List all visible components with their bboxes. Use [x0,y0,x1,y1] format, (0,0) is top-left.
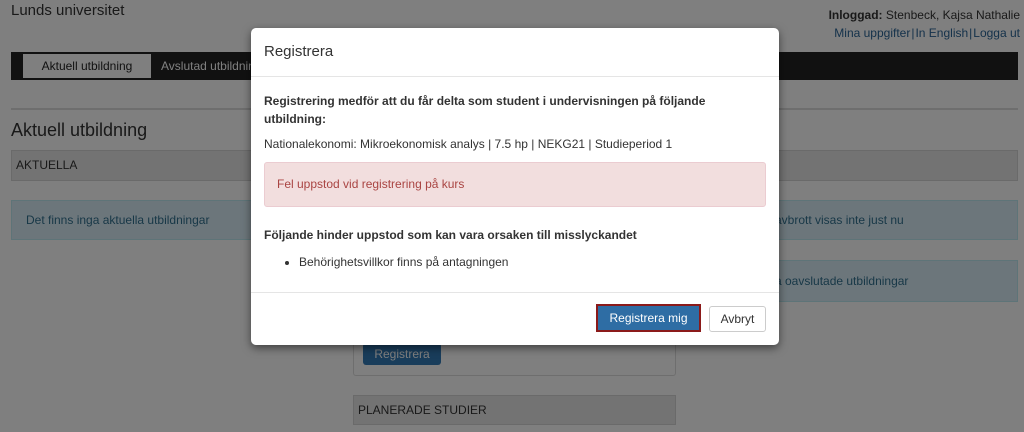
cancel-button[interactable]: Avbryt [709,306,766,332]
register-confirm-button[interactable]: Registrera mig [596,304,701,332]
error-alert: Fel uppstod vid registrering på kurs [264,162,766,207]
register-modal: Registrera Registrering medför att du få… [251,28,779,345]
hinder-list: Behörighetsvillkor finns på antagningen [284,255,508,269]
modal-title: Registrera [264,43,334,60]
course-info: Nationalekonomi: Mikroekonomisk analys |… [264,137,673,151]
modal-header: Registrera [251,28,779,77]
modal-footer-divider [251,292,779,293]
hinder-item: Behörighetsvillkor finns på antagningen [299,255,508,269]
modal-intro-text: Registrering medför att du får delta som… [264,94,706,126]
hinder-heading: Följande hinder uppstod som kan vara ors… [264,228,637,242]
